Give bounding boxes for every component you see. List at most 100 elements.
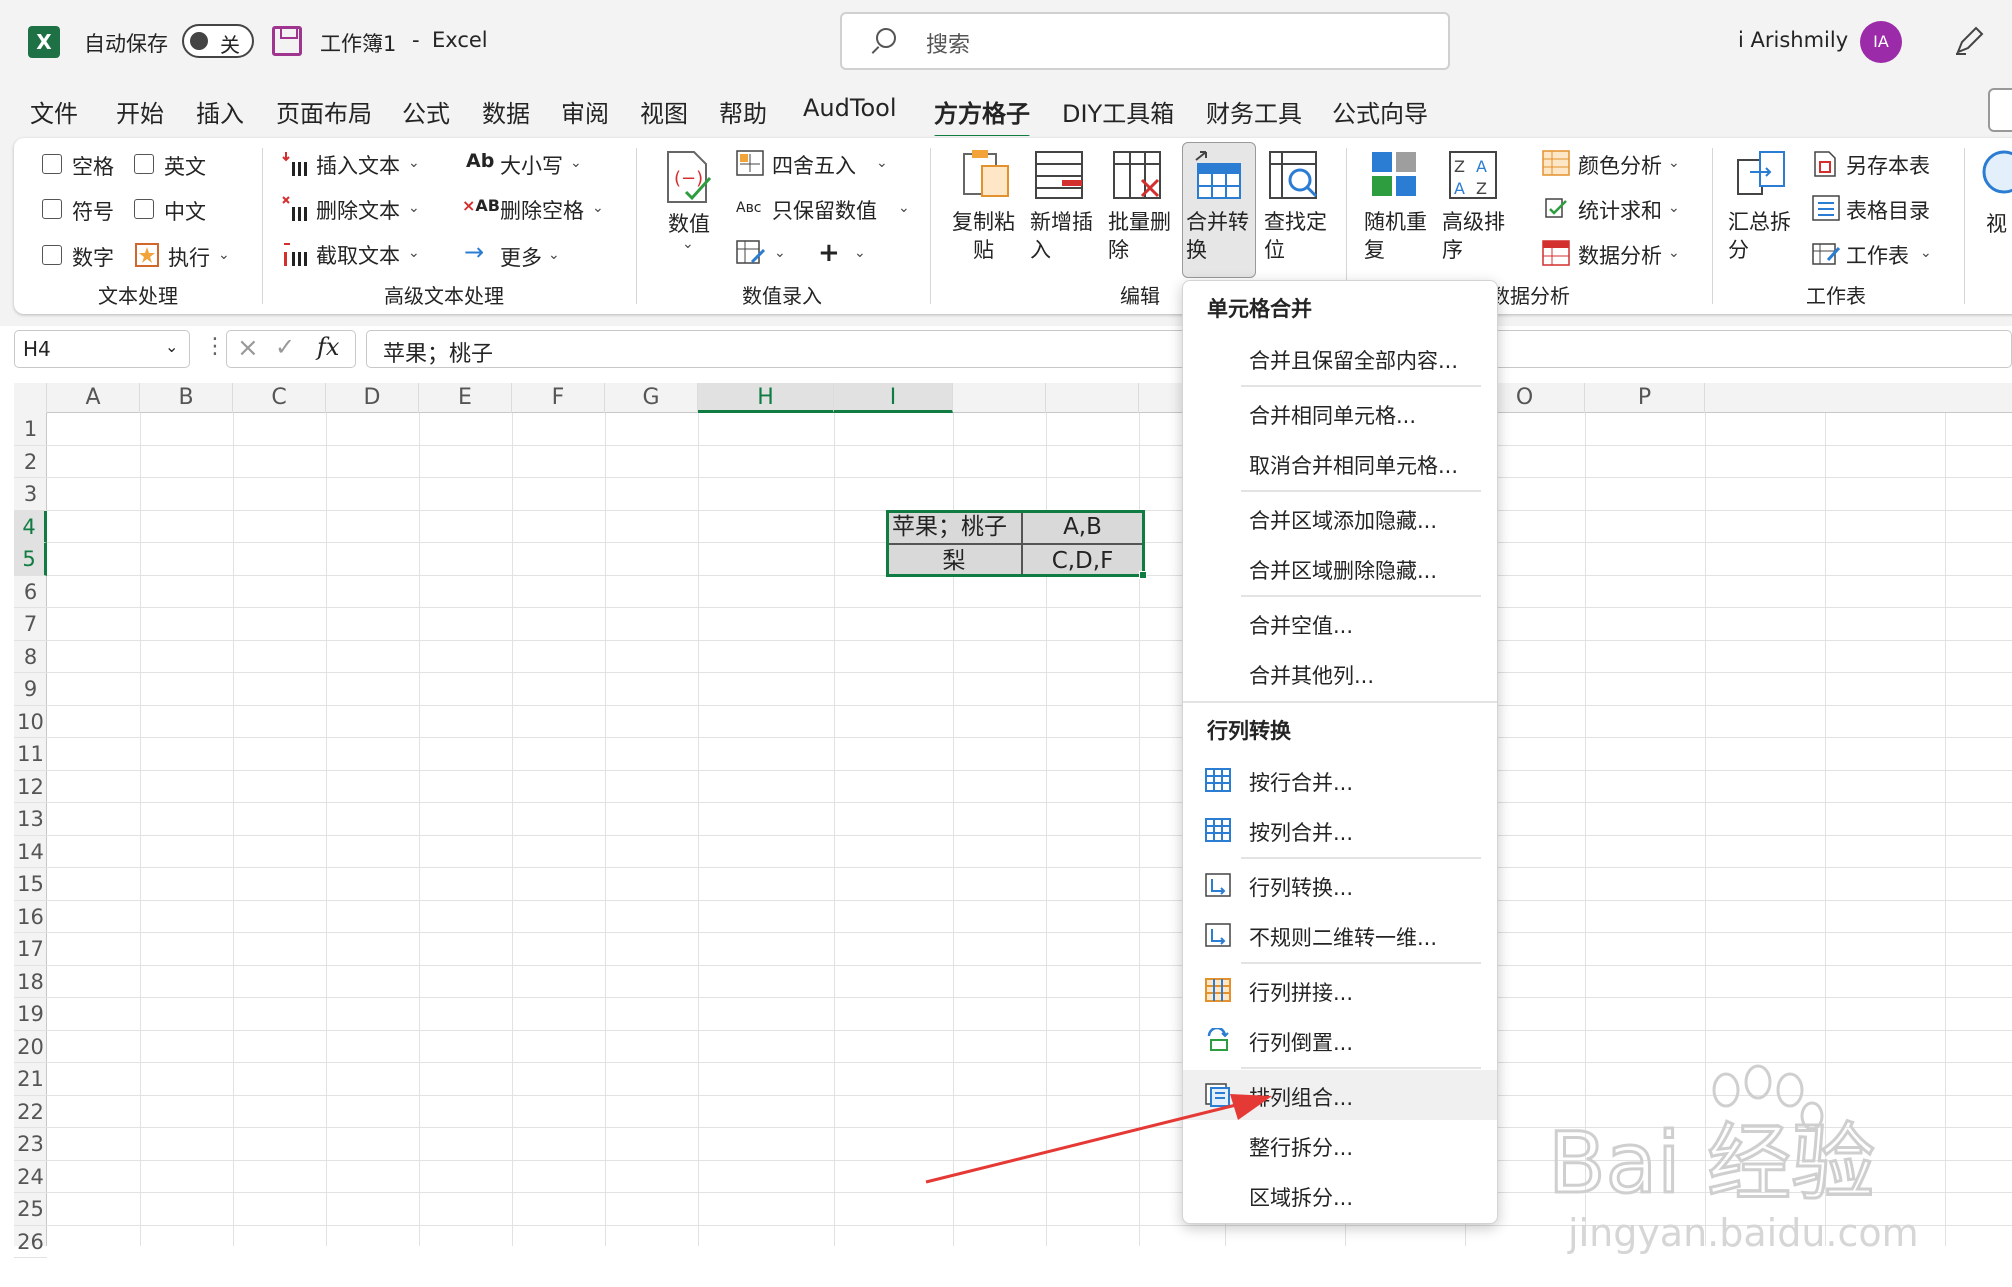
- value-button[interactable]: 数值: [668, 208, 710, 238]
- find-locate-button[interactable]: 查找定 位: [1264, 208, 1327, 264]
- row-header[interactable]: 15: [14, 868, 47, 901]
- tab-formula-wizard[interactable]: 公式向导: [1332, 94, 1428, 129]
- tab-page-layout[interactable]: 页面布局: [276, 94, 372, 129]
- advanced-sort-button[interactable]: 高级排 序: [1442, 208, 1505, 264]
- row-header[interactable]: 25: [14, 1193, 47, 1226]
- case-button[interactable]: 大小写: [500, 150, 563, 180]
- row-header[interactable]: 1: [14, 413, 47, 446]
- insert-function-icon[interactable]: fx: [317, 333, 339, 361]
- menu-item-merge-keep-all[interactable]: 合并且保留全部内容...: [1183, 333, 1497, 383]
- tab-review[interactable]: 审阅: [561, 94, 609, 129]
- summary-split-button[interactable]: 汇总拆 分: [1728, 208, 1791, 264]
- autosave-toggle[interactable]: 关: [182, 24, 254, 58]
- column-header[interactable]: [953, 383, 1046, 413]
- row-header[interactable]: 20: [14, 1031, 47, 1063]
- avatar[interactable]: IA: [1860, 21, 1902, 63]
- column-header[interactable]: F: [512, 383, 605, 413]
- column-header-selected[interactable]: I: [834, 383, 953, 413]
- tab-data[interactable]: 数据: [482, 94, 530, 129]
- column-header[interactable]: C: [233, 383, 326, 413]
- row-header[interactable]: 26: [14, 1226, 47, 1258]
- row-header[interactable]: 5: [14, 543, 47, 576]
- row-header[interactable]: 23: [14, 1128, 47, 1161]
- fill-handle[interactable]: [1139, 571, 1147, 579]
- plus-button[interactable]: +: [818, 238, 840, 268]
- more-button[interactable]: 更多: [500, 242, 542, 272]
- row-header[interactable]: 9: [14, 673, 47, 706]
- copy-paste-button[interactable]: 复制粘 贴: [952, 208, 1015, 264]
- add-insert-button[interactable]: 新增插 入: [1030, 208, 1093, 264]
- row-header[interactable]: 16: [14, 901, 47, 933]
- menu-item-irregular-2d-to-1d[interactable]: 不规则二维转一维...: [1183, 910, 1497, 960]
- column-header[interactable]: E: [419, 383, 512, 413]
- menu-item-row-col-concat[interactable]: 行列拼接...: [1183, 965, 1497, 1015]
- sheet-index-button[interactable]: 表格目录: [1846, 195, 1930, 225]
- menu-item-merge-other-columns[interactable]: 合并其他列...: [1183, 648, 1497, 698]
- insert-text-button[interactable]: 插入文本: [316, 150, 400, 180]
- column-header[interactable]: P: [1585, 383, 1705, 413]
- column-header[interactable]: G: [605, 383, 698, 413]
- keep-values-button[interactable]: 只保留数值: [772, 195, 877, 225]
- save-sheet-button[interactable]: 另存本表: [1846, 150, 1930, 180]
- batch-delete-button[interactable]: 批量删 除: [1108, 208, 1171, 264]
- row-header[interactable]: 12: [14, 771, 47, 803]
- cancel-icon[interactable]: ×: [237, 333, 259, 363]
- row-header[interactable]: 22: [14, 1096, 47, 1128]
- row-header[interactable]: 18: [14, 966, 47, 998]
- data-analysis-button[interactable]: 数据分析: [1578, 240, 1662, 270]
- name-box[interactable]: H4 ⌄: [14, 330, 190, 368]
- column-header[interactable]: B: [140, 383, 233, 413]
- view-button[interactable]: 视: [1986, 208, 2007, 238]
- row-header[interactable]: 24: [14, 1161, 47, 1193]
- checkbox-space[interactable]: [42, 154, 62, 174]
- menu-item-row-col-reverse[interactable]: 行列倒置...: [1183, 1015, 1497, 1065]
- delete-spaces-button[interactable]: 删除空格: [500, 195, 584, 225]
- tab-diy-toolbox[interactable]: DIY工具箱: [1062, 94, 1174, 129]
- checkbox-english[interactable]: [134, 154, 154, 174]
- tab-insert[interactable]: 插入: [196, 94, 244, 129]
- comments-button[interactable]: [1988, 88, 2012, 132]
- pen-icon[interactable]: [1952, 22, 1988, 58]
- color-analysis-button[interactable]: 颜色分析: [1578, 150, 1662, 180]
- row-header[interactable]: 4: [14, 510, 47, 543]
- row-header[interactable]: 21: [14, 1063, 47, 1096]
- tab-file[interactable]: 文件: [30, 94, 78, 129]
- menu-item-unmerge-same[interactable]: 取消合并相同单元格...: [1183, 438, 1497, 488]
- tab-view[interactable]: 视图: [640, 94, 688, 129]
- checkbox-number[interactable]: [42, 245, 62, 265]
- row-header[interactable]: 3: [14, 478, 47, 511]
- tab-help[interactable]: 帮助: [719, 94, 767, 129]
- menu-item-row-col-convert[interactable]: 行列转换...: [1183, 860, 1497, 910]
- execute-button[interactable]: 执行: [168, 242, 210, 272]
- tab-finance[interactable]: 财务工具: [1206, 94, 1302, 129]
- row-header[interactable]: 8: [14, 641, 47, 673]
- round-button[interactable]: 四舍五入: [772, 150, 856, 180]
- extract-text-button[interactable]: 截取文本: [316, 240, 400, 270]
- delete-text-button[interactable]: 删除文本: [316, 195, 400, 225]
- column-header[interactable]: D: [326, 383, 419, 413]
- row-header[interactable]: 13: [14, 803, 47, 836]
- tab-home[interactable]: 开始: [116, 94, 164, 129]
- row-header[interactable]: 10: [14, 706, 47, 738]
- row-header[interactable]: 17: [14, 933, 47, 966]
- menu-item-merge-add-hidden[interactable]: 合并区域添加隐藏...: [1183, 493, 1497, 543]
- checkbox-chinese[interactable]: [134, 199, 154, 219]
- worksheet-button[interactable]: 工作表: [1846, 240, 1909, 270]
- checkbox-symbol[interactable]: [42, 199, 62, 219]
- random-repeat-button[interactable]: 随机重 复: [1364, 208, 1427, 264]
- column-header-selected[interactable]: H: [698, 383, 834, 413]
- stats-sum-button[interactable]: 统计求和: [1578, 195, 1662, 225]
- row-header[interactable]: 2: [14, 446, 47, 478]
- tab-formulas[interactable]: 公式: [402, 94, 450, 129]
- user-name[interactable]: i Arishmily: [1738, 28, 1848, 52]
- menu-item-merge-by-row[interactable]: 按行合并...: [1183, 755, 1497, 805]
- more-options-icon[interactable]: ⋮: [204, 334, 226, 359]
- save-icon[interactable]: [272, 26, 302, 56]
- column-header[interactable]: A: [47, 383, 140, 413]
- row-header[interactable]: 11: [14, 738, 47, 771]
- menu-item-merge-same[interactable]: 合并相同单元格...: [1183, 388, 1497, 438]
- row-header[interactable]: 7: [14, 608, 47, 641]
- search-box[interactable]: 搜索: [840, 12, 1450, 70]
- row-header[interactable]: 14: [14, 836, 47, 868]
- confirm-icon[interactable]: ✓: [275, 333, 295, 361]
